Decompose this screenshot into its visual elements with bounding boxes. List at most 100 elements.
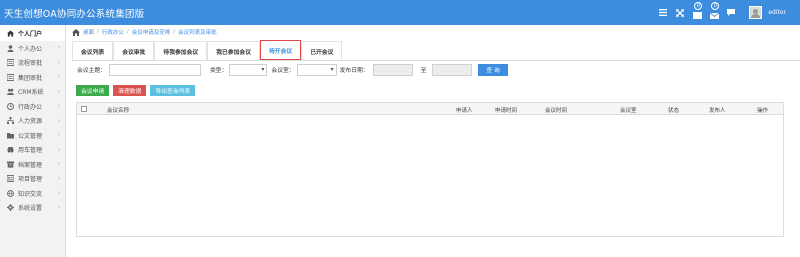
org-icon [7, 117, 14, 125]
room-label: 会议室： [271, 68, 295, 74]
subject-input[interactable] [109, 63, 201, 76]
tab-finished-meetings[interactable]: 已开会议 [301, 41, 343, 60]
sidebar-item-label: 流程审批 [18, 60, 43, 68]
chevron-right-icon: › [58, 88, 60, 95]
room-select[interactable] [296, 63, 337, 76]
chevron-right-icon: › [58, 45, 60, 52]
chevron-right-icon: › [58, 74, 60, 81]
type-select[interactable] [229, 63, 268, 76]
sidebar: 个人门户个人办公 › 流程审批 › 集团审批 › CRM系统 › 行政办公 › 人力资源 › 公文管理 ›… [0, 25, 66, 257]
select-all-checkbox[interactable] [81, 106, 87, 112]
export-list-button[interactable]: 导出查询列表 [150, 85, 196, 96]
tab-upcoming-meetings[interactable]: 待开会议 [260, 40, 302, 60]
subject-label: 会议主题： [77, 68, 106, 74]
breadcrumb-item[interactable]: 会议列表及审批 [178, 28, 217, 36]
start-date-input[interactable] [372, 63, 413, 76]
sidebar-item[interactable]: 个人办公 › [0, 41, 65, 56]
gear-icon [7, 204, 14, 212]
apply-meeting-button[interactable]: 会议申请 [76, 85, 110, 96]
project-icon [7, 175, 14, 183]
breadcrumb-item[interactable]: 桌面 [83, 28, 94, 36]
archive-icon [7, 161, 14, 168]
chevron-right-icon: › [58, 132, 60, 139]
chevron-right-icon: › [58, 117, 60, 124]
column-header[interactable]: 会议名称 [107, 106, 129, 114]
chat-icon[interactable] [726, 0, 736, 25]
folder-icon [7, 132, 14, 139]
car-icon [7, 146, 14, 153]
menu-icon[interactable] [658, 0, 668, 25]
tab-bar: 会议列表 会议审批 待我参加会议 我已参加会议 待开会议 已开会议 [72, 40, 800, 61]
top-toolbar: 0 0 editor [651, 0, 786, 25]
list-icon [7, 73, 14, 81]
crm-icon [7, 88, 14, 96]
sidebar-item[interactable]: 行政办公 › [0, 99, 65, 114]
date-label: 发布日期： [339, 68, 369, 74]
sidebar-item[interactable]: 流程审批 › [0, 56, 65, 71]
sidebar-item[interactable]: CRM系统 › [0, 85, 65, 100]
column-header[interactable]: 发布人 [709, 106, 726, 114]
avatar[interactable] [749, 6, 763, 19]
filter-bar: 会议主题： 类型： 会议室： 发布日期： 至 查 询 [72, 62, 800, 77]
tab-attended[interactable]: 我已参加会议 [207, 41, 260, 60]
to-label: 至 [420, 68, 427, 74]
tab-pending-attend[interactable]: 待我参加会议 [154, 41, 208, 60]
breadcrumb-item[interactable]: 行政办公 [102, 28, 124, 36]
expand-icon[interactable] [675, 0, 685, 25]
sidebar-item-label: 个人门户 [18, 30, 43, 38]
app-title: 天生创想OA协同办公系统集团版 [4, 9, 145, 20]
column-header[interactable]: 状态 [668, 106, 679, 114]
sidebar-item[interactable]: 个人门户 [0, 25, 65, 41]
chevron-right-icon: › [58, 175, 60, 182]
sidebar-item-label: 系统设置 [18, 205, 43, 213]
breadcrumb-item[interactable]: 会议申请及安排 [132, 28, 171, 36]
sidebar-item-label: 集团审批 [18, 74, 43, 82]
tab-meeting-list[interactable]: 会议列表 [72, 41, 114, 60]
query-button[interactable]: 查 询 [478, 63, 508, 76]
sidebar-item[interactable]: 项目管理 › [0, 172, 65, 187]
chevron-right-icon: › [58, 103, 60, 110]
column-header[interactable]: 会议时间 [545, 106, 567, 114]
sidebar-item-label: 行政办公 [18, 103, 43, 111]
meeting-table: 会议名称 申请人 申请时间 会议时间 会议室 状态 发布人 操作 [76, 102, 784, 237]
tab-meeting-approval[interactable]: 会议审批 [113, 41, 155, 60]
clock-icon [7, 102, 14, 110]
notification-icon[interactable]: 0 [692, 0, 703, 25]
column-header[interactable]: 申请时间 [495, 106, 517, 114]
column-header[interactable]: 操作 [757, 106, 768, 114]
clear-data-button[interactable]: 清理数据 [113, 85, 147, 96]
sidebar-item-label: 知识交流 [18, 190, 43, 198]
action-bar: 会议申请 清理数据 导出查询列表 [76, 85, 199, 96]
username[interactable]: editor [768, 9, 786, 16]
chevron-right-icon: › [58, 146, 60, 153]
chevron-right-icon: › [58, 204, 60, 211]
sidebar-item[interactable]: 知识交流 › [0, 186, 65, 201]
sidebar-item-label: CRM系统 [18, 89, 44, 97]
chevron-right-icon: › [58, 59, 60, 66]
table-header: 会议名称 申请人 申请时间 会议时间 会议室 状态 发布人 操作 [77, 103, 783, 115]
sidebar-item[interactable]: 用车管理 › [0, 143, 65, 158]
sidebar-item[interactable]: 集团审批 › [0, 70, 65, 85]
sidebar-item[interactable]: 人力资源 › [0, 114, 65, 129]
notification-badge: 0 [694, 2, 703, 10]
message-icon[interactable]: 0 [709, 0, 720, 25]
type-label: 类型： [210, 68, 228, 74]
home-icon [7, 29, 14, 37]
sidebar-item[interactable]: 系统设置 › [0, 201, 65, 216]
end-date-input[interactable] [432, 63, 473, 76]
list-icon [7, 59, 14, 67]
breadcrumb: 桌面 / 行政办公 / 会议申请及安排 / 会议列表及审批 [72, 26, 217, 38]
chevron-right-icon: › [58, 190, 60, 197]
user-icon [7, 44, 14, 52]
chevron-right-icon: › [58, 161, 60, 168]
sidebar-item-label: 用车管理 [18, 147, 43, 155]
home-icon[interactable] [72, 28, 80, 36]
sidebar-item-label: 人力资源 [18, 118, 43, 126]
sidebar-item[interactable]: 档案管理 › [0, 157, 65, 172]
sidebar-item[interactable]: 公文管理 › [0, 128, 65, 143]
globe-icon [7, 189, 14, 197]
message-badge: 0 [711, 2, 720, 10]
column-header[interactable]: 申请人 [456, 106, 473, 114]
column-header[interactable]: 会议室 [620, 106, 637, 114]
sidebar-item-label: 公文管理 [18, 132, 43, 140]
